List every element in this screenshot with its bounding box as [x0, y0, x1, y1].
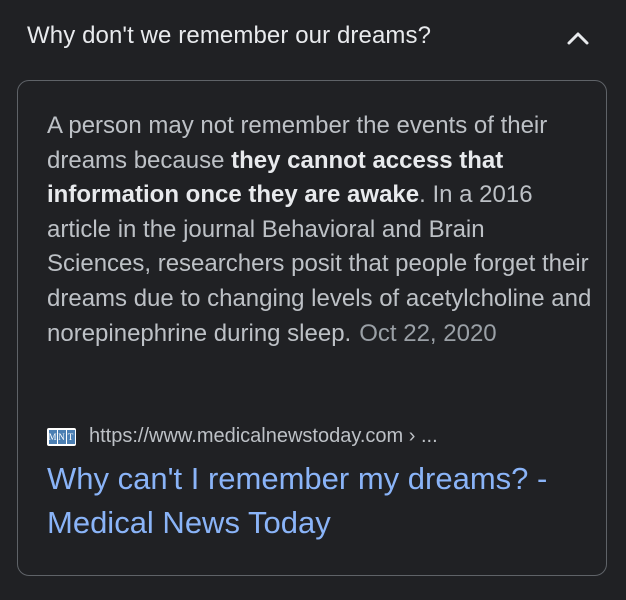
question-title: Why don't we remember our dreams?	[27, 22, 432, 49]
favicon-letter-t: T	[66, 430, 75, 444]
answer-snippet: A person may not remember the events of …	[47, 109, 592, 351]
medical-news-today-favicon-icon: M N T	[47, 428, 76, 446]
favicon-letter-m: M	[48, 430, 57, 444]
question-header[interactable]: Why don't we remember our dreams?	[0, 0, 626, 78]
result-title-link[interactable]: Why can't I remember my dreams? - Medica…	[47, 457, 587, 545]
favicon-letter-n: N	[57, 430, 66, 444]
answer-card: A person may not remember the events of …	[17, 80, 607, 576]
chevron-up-icon[interactable]	[566, 27, 590, 47]
snippet-date: Oct 22, 2020	[359, 319, 497, 347]
source-url[interactable]: https://www.medicalnewstoday.com › ...	[89, 425, 438, 448]
